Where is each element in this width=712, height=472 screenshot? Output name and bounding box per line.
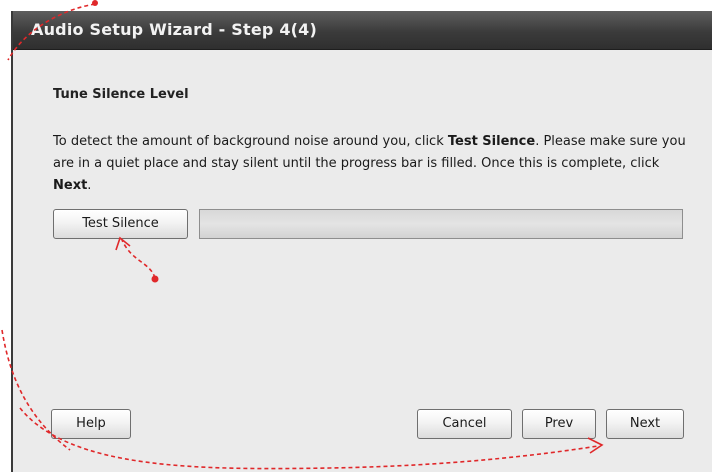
help-button[interactable]: Help (51, 409, 131, 439)
window-title: Audio Setup Wizard - Step 4(4) (31, 20, 318, 39)
section-title: Tune Silence Level (53, 87, 189, 102)
silence-progress-bar (199, 209, 683, 239)
prev-button[interactable]: Prev (522, 409, 596, 439)
title-bar: Audio Setup Wizard - Step 4(4) (13, 11, 712, 50)
instructions-part-3: . (87, 178, 92, 193)
instructions-text: To detect the amount of background noise… (53, 131, 693, 197)
annotation-dot-top (92, 0, 98, 6)
next-button[interactable]: Next (606, 409, 684, 439)
instructions-test-silence-emphasis: Test Silence (447, 134, 536, 149)
audio-setup-wizard-window: Audio Setup Wizard - Step 4(4) Tune Sile… (11, 11, 712, 472)
cancel-button[interactable]: Cancel (417, 409, 512, 439)
test-silence-button[interactable]: Test Silence (53, 209, 188, 239)
instructions-next-emphasis: Next (53, 178, 88, 193)
instructions-part-1: To detect the amount of background noise… (53, 134, 448, 149)
